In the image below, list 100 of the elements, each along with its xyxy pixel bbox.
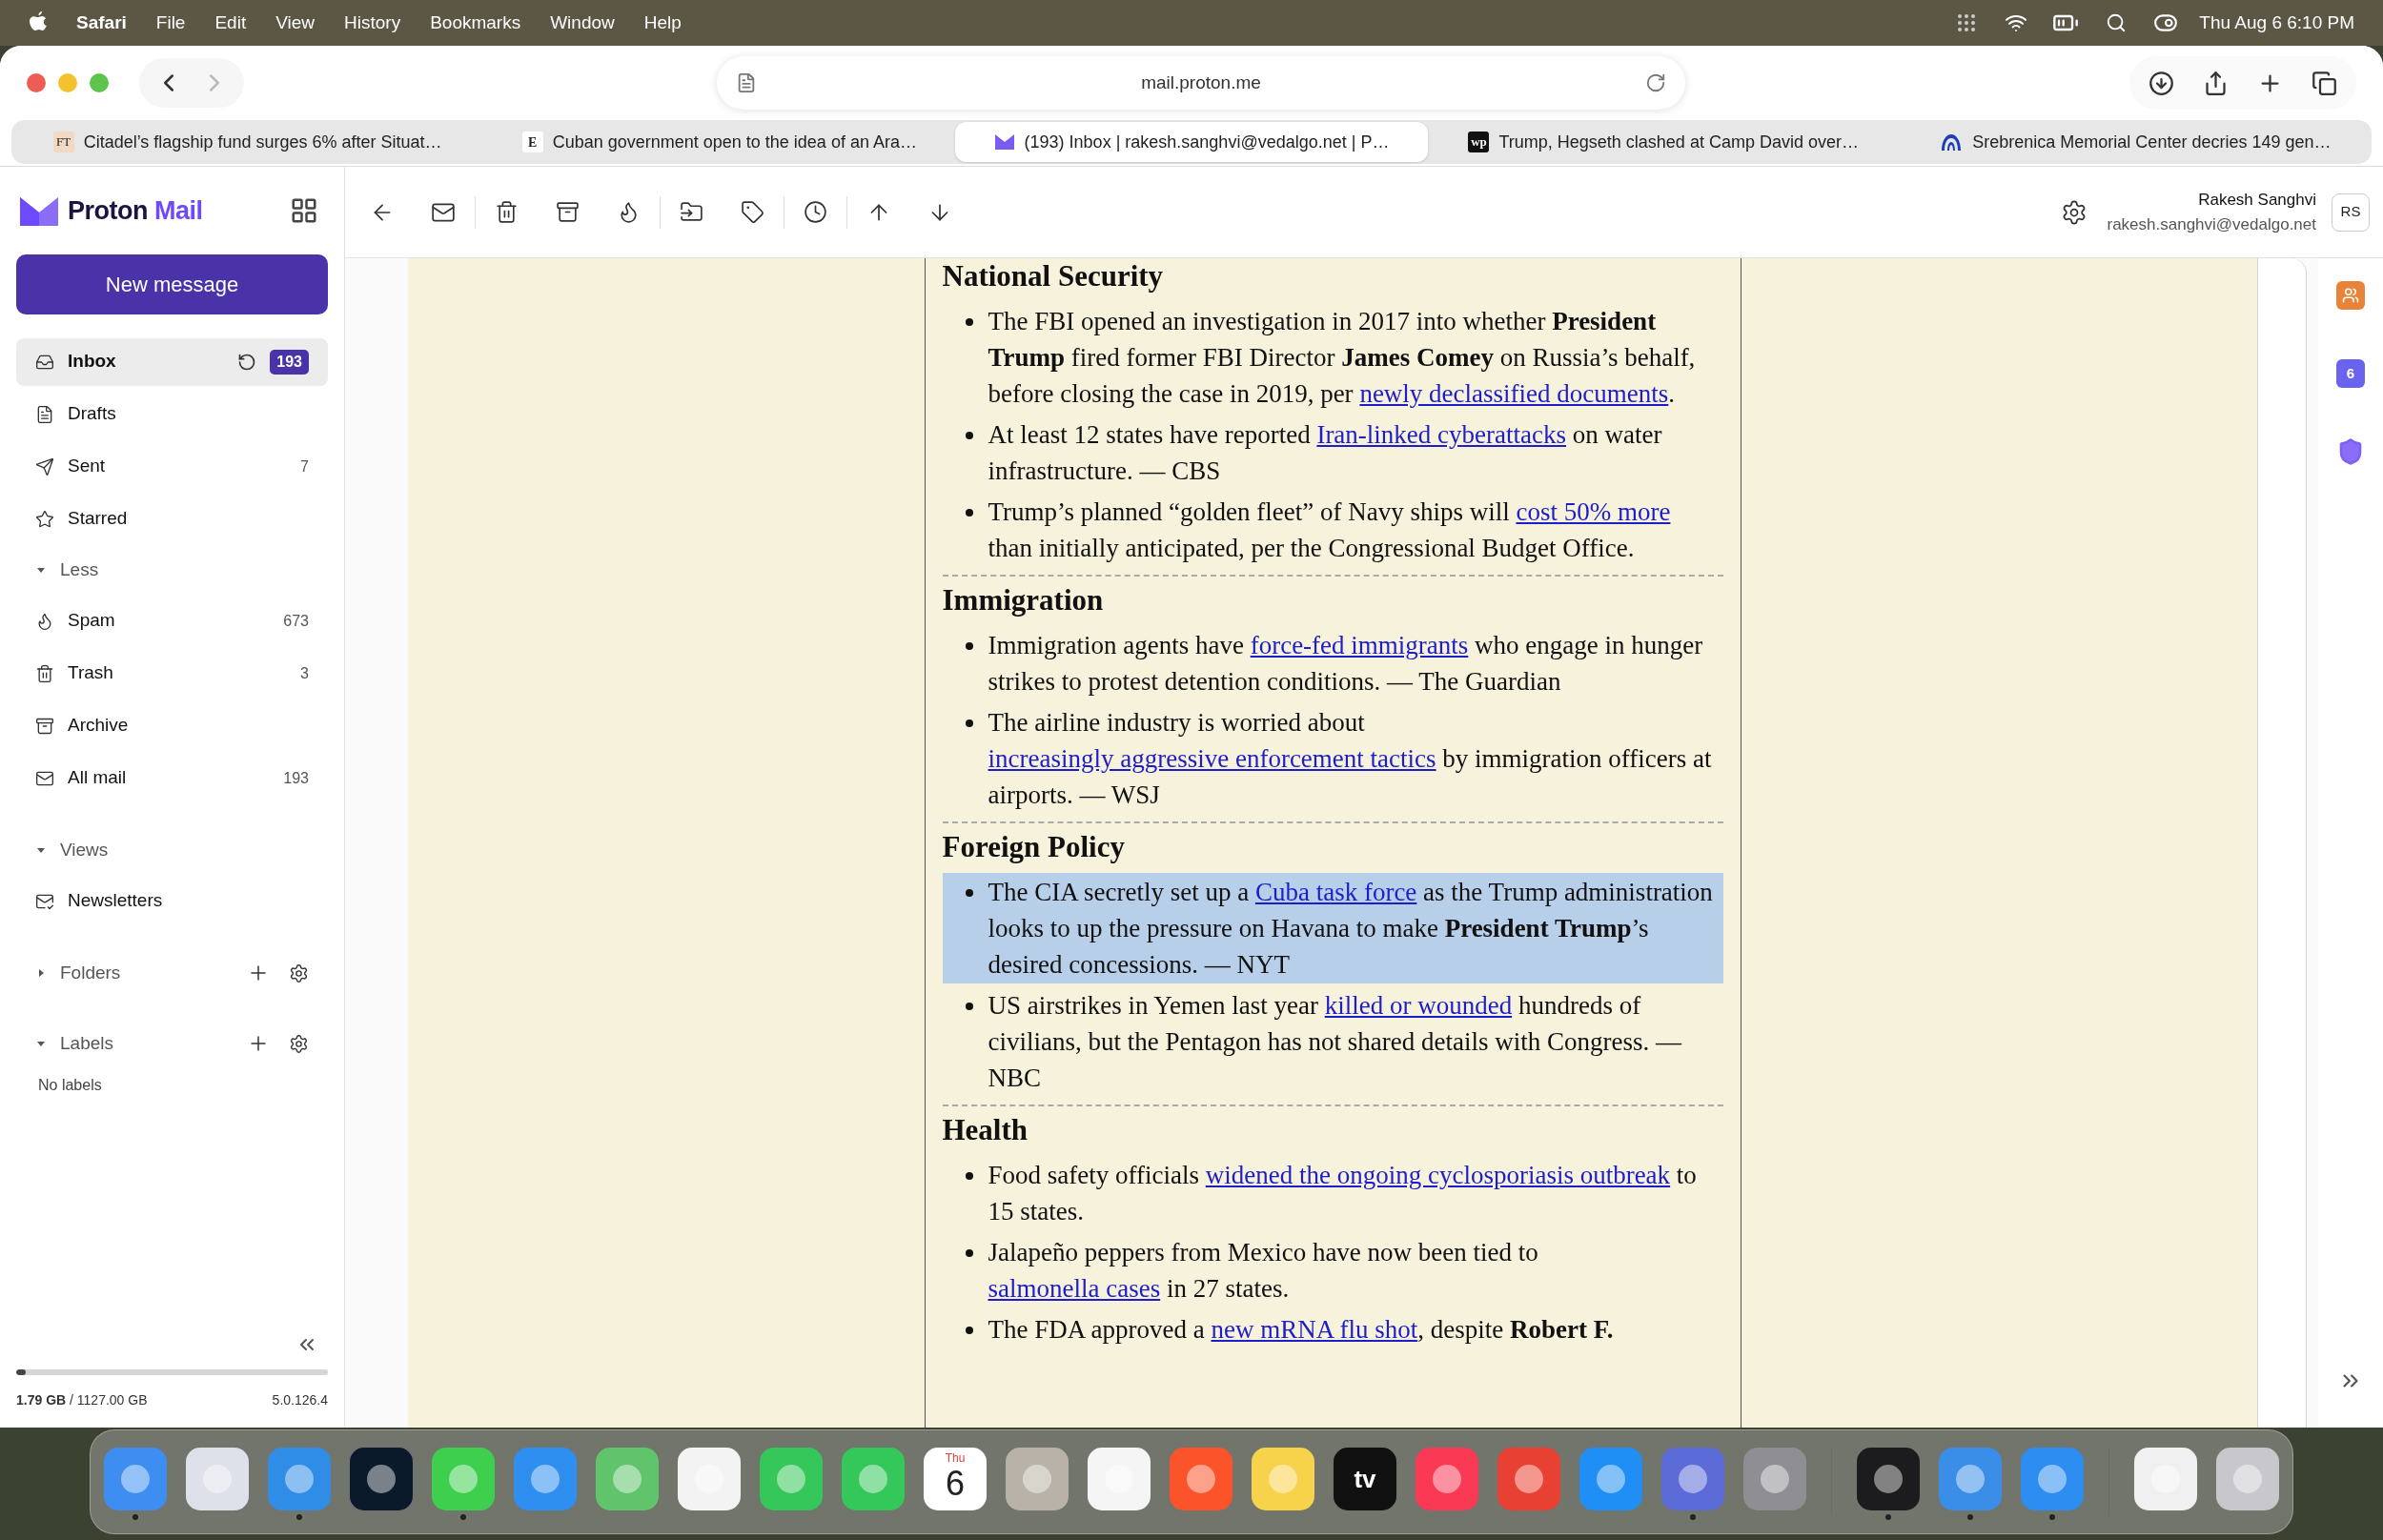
storage-usage: 1.79 GB / 1127.00 GB xyxy=(16,1391,148,1409)
app-icon[interactable] xyxy=(1252,1448,1314,1510)
bullet-icon xyxy=(965,1172,973,1180)
app-icon[interactable] xyxy=(104,1448,167,1510)
bullet-icon xyxy=(965,1003,973,1010)
app-icon[interactable]: tv xyxy=(1334,1448,1396,1510)
folder-item[interactable]: Newsletters xyxy=(16,877,328,925)
site-favicon: wp xyxy=(1468,132,1490,152)
folder-item[interactable]: Sent 7 xyxy=(16,442,328,491)
article-link[interactable]: Cuba task force xyxy=(1254,878,1417,906)
app-icon[interactable] xyxy=(2216,1448,2279,1510)
close-window-button[interactable] xyxy=(27,73,46,92)
bullet-text: Trump’s planned “golden fleet” of Navy ships will cost 50% more than initially anticipated, per the Congressional Budget Office. xyxy=(988,496,1672,564)
menu-item[interactable]: Window xyxy=(550,9,615,37)
contacts-app-icon[interactable] xyxy=(2336,281,2365,310)
tag-icon[interactable] xyxy=(741,200,764,224)
article-link[interactable]: salmonella cases xyxy=(988,1274,1161,1303)
browser-tab[interactable]: Srebrenica Memorial Center decries 149 gen… xyxy=(1899,122,2372,162)
empty-labels-text: No labels xyxy=(37,1076,103,1095)
calendar-app-icon[interactable]: 6 xyxy=(2336,359,2365,388)
message-count: 193 xyxy=(283,768,309,788)
article-link[interactable]: killed or wounded xyxy=(1324,991,1513,1020)
address-bar[interactable]: mail.proton.me xyxy=(717,56,1685,110)
app-icon[interactable] xyxy=(1857,1448,1920,1510)
menu-item[interactable]: Bookmarks xyxy=(430,9,521,37)
calendar-app-icon[interactable]: Thu 6 xyxy=(924,1448,987,1510)
bullet-text: Jalapeño peppers from Mexico have now been tied to salmonella cases in 27 states. xyxy=(988,1237,1539,1305)
move-icon[interactable] xyxy=(680,200,703,224)
share-icon[interactable] xyxy=(2203,70,2229,96)
browser-tab[interactable]: (193) Inbox | rakesh.sanghvi@vedalgo.net | P… xyxy=(955,122,1428,162)
browser-tab[interactable]: E Cuban government open to the idea of an Ara… xyxy=(483,122,956,162)
app-icon[interactable] xyxy=(432,1448,495,1510)
app-icon[interactable] xyxy=(350,1448,413,1510)
menu-item[interactable]: Edit xyxy=(214,9,247,37)
section-toggle[interactable]: Views xyxy=(35,836,309,864)
paper-plane-icon xyxy=(35,456,54,476)
folder-item[interactable]: Trash 3 xyxy=(16,649,328,698)
section-toggle[interactable]: Labels xyxy=(35,1029,247,1058)
bullet-icon xyxy=(965,642,973,650)
section-toggle[interactable]: Folders xyxy=(35,959,247,987)
app-icon[interactable] xyxy=(1579,1448,1642,1510)
article-link[interactable]: newly declassified documents xyxy=(1359,379,1669,408)
app-icon[interactable] xyxy=(2021,1448,2084,1510)
article-link[interactable]: force-fed immigrants xyxy=(1250,631,1469,659)
settings-icon[interactable] xyxy=(289,1033,309,1054)
reload-icon[interactable] xyxy=(1645,72,1666,93)
article-link[interactable]: increasingly aggressive enforcement tactics xyxy=(988,744,1436,773)
page-menu-icon[interactable] xyxy=(736,72,757,93)
folder-item[interactable]: Spam 673 xyxy=(16,597,328,645)
refresh-icon[interactable] xyxy=(237,352,257,372)
menu-bar-clock[interactable]: Thu Aug 6 6:10 PM xyxy=(2199,9,2354,37)
proton-logo-icon xyxy=(993,132,1015,152)
new-message-button[interactable]: New message xyxy=(16,254,328,314)
article-link[interactable]: Iran-linked cyberattacks xyxy=(1316,420,1566,449)
app-icon[interactable] xyxy=(596,1448,659,1510)
archive-icon xyxy=(35,716,54,736)
download-icon[interactable] xyxy=(2149,70,2174,96)
bullet-icon xyxy=(965,509,973,517)
bullet-text: Food safety officials widened the ongoing cyclosporiasis outbreak to 15 states. xyxy=(988,1160,1698,1227)
folder-item[interactable]: Starred xyxy=(16,495,328,543)
search-icon[interactable] xyxy=(2106,12,2128,33)
app-icon[interactable] xyxy=(186,1448,249,1510)
proton-logo-icon xyxy=(20,195,58,226)
app-icon[interactable] xyxy=(1088,1448,1151,1510)
folder-item[interactable]: All mail 193 xyxy=(16,754,328,802)
app-icon[interactable] xyxy=(842,1448,905,1510)
settings-icon[interactable] xyxy=(289,962,309,983)
bullet-text: The airline industry is worried about increasingly aggressive enforcement tactics by immigration officers at airports. — WSJ xyxy=(988,707,1713,811)
url-text: mail.proton.me xyxy=(1140,71,1262,94)
folder-item[interactable]: Inbox 193 xyxy=(16,337,328,386)
section-toggle[interactable]: Less xyxy=(35,556,309,584)
menu-item[interactable]: View xyxy=(275,9,316,37)
bullet-text: US airstrikes in Yemen last year killed or wounded hundreds of civilians, but the Pentagon has not shared details with Congress. — NBC xyxy=(988,990,1683,1094)
app-icon[interactable] xyxy=(2134,1448,2197,1510)
archive-icon[interactable] xyxy=(556,200,580,224)
clock-icon[interactable] xyxy=(804,200,827,224)
apps-grid-icon[interactable] xyxy=(290,196,318,225)
app-icon[interactable] xyxy=(1006,1448,1069,1510)
folder-item[interactable]: Drafts xyxy=(16,390,328,438)
app-icon[interactable] xyxy=(514,1448,577,1510)
article-link[interactable]: widened the ongoing cyclosporiasis outbreak xyxy=(1205,1161,1671,1189)
app-icon[interactable] xyxy=(1743,1448,1806,1510)
folder-item[interactable]: Archive xyxy=(16,701,328,750)
day-number: 6 xyxy=(946,1465,965,1503)
browser-tab[interactable]: wp Trump, Hegseth clashed at Camp David over… xyxy=(1427,122,1900,162)
browser-tab[interactable]: FT Citadel’s flagship fund surges 6% after Situat… xyxy=(11,122,484,162)
trash-icon[interactable] xyxy=(495,200,519,224)
article-link[interactable]: cost 50% more xyxy=(1516,497,1671,526)
tab-overview-icon[interactable] xyxy=(2312,70,2337,96)
arch-logo-icon xyxy=(1940,132,1964,152)
section-heading: Immigration xyxy=(942,582,1105,618)
app-menu[interactable]: Safari xyxy=(76,9,127,37)
app-icon[interactable] xyxy=(678,1448,741,1510)
menu-item[interactable]: Help xyxy=(643,9,682,37)
app-icon[interactable] xyxy=(760,1448,823,1510)
app-icon[interactable] xyxy=(268,1448,331,1510)
user-avatar[interactable]: RS xyxy=(2332,192,2370,232)
menu-item[interactable]: History xyxy=(344,9,401,37)
menu-item[interactable]: File xyxy=(155,9,186,37)
app-icon[interactable] xyxy=(1939,1448,2002,1510)
